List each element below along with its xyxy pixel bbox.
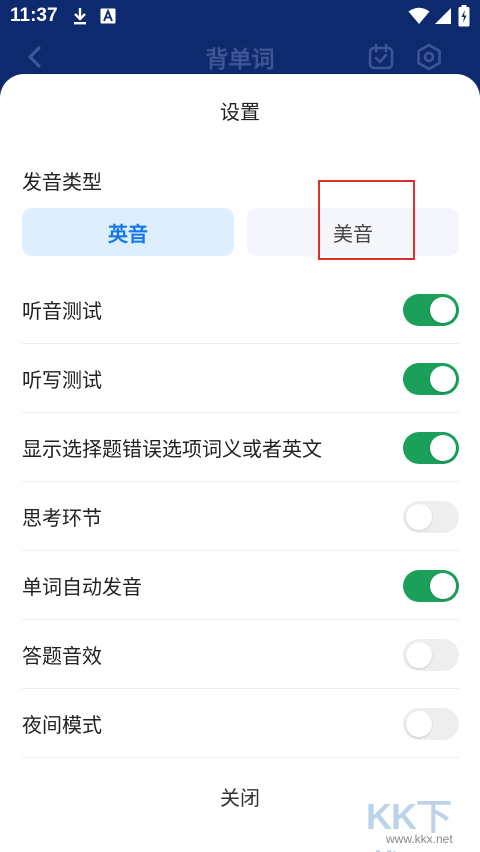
battery-charging-icon bbox=[458, 5, 470, 31]
setting-row-thinking-step: 思考环节 bbox=[22, 483, 459, 551]
setting-row-auto-pronounce: 单词自动发音 bbox=[22, 552, 459, 620]
toggle-knob bbox=[430, 434, 456, 461]
dictation-test-toggle[interactable] bbox=[403, 362, 459, 395]
a-app-icon bbox=[100, 8, 116, 28]
annotation-highlight-box bbox=[318, 180, 415, 260]
sheet-title: 设置 bbox=[220, 100, 260, 124]
setting-row-answer-sound: 答题音效 bbox=[22, 621, 459, 689]
pronunciation-type-label: 发音类型 bbox=[22, 170, 102, 194]
setting-label: 夜间模式 bbox=[22, 713, 102, 737]
setting-row-dictation-test: 听写测试 bbox=[22, 345, 459, 413]
toggle-knob bbox=[430, 296, 456, 323]
answer-sound-toggle[interactable] bbox=[403, 638, 459, 671]
status-bar: 11:37 bbox=[0, 0, 480, 34]
toggle-knob bbox=[406, 503, 432, 530]
toggle-knob bbox=[430, 365, 456, 392]
setting-label: 思考环节 bbox=[22, 506, 102, 530]
setting-label: 听音测试 bbox=[22, 299, 102, 323]
wifi-icon bbox=[408, 7, 430, 29]
toggle-knob bbox=[430, 572, 456, 599]
thinking-step-toggle[interactable] bbox=[403, 500, 459, 533]
auto-pronounce-toggle[interactable] bbox=[403, 569, 459, 602]
app-title: 背单词 bbox=[205, 47, 275, 73]
status-time: 11:37 bbox=[10, 5, 58, 26]
settings-sheet: 设置 发音类型 英音 美音 听音测试 听写测试 显示选择题错误选项词义或者英文 … bbox=[0, 74, 480, 852]
setting-row-show-wrong-options: 显示选择题错误选项词义或者英文 bbox=[22, 414, 459, 482]
watermark: KK下载 www.kkx.net bbox=[364, 788, 480, 852]
setting-label: 单词自动发音 bbox=[22, 575, 142, 599]
toggle-knob bbox=[406, 641, 432, 668]
setting-label: 显示选择题错误选项词义或者英文 bbox=[22, 437, 322, 461]
setting-label: 答题音效 bbox=[22, 644, 102, 668]
pronunciation-option-uk[interactable]: 英音 bbox=[22, 208, 234, 256]
download-icon bbox=[72, 6, 88, 30]
pronunciation-option-label: 英音 bbox=[108, 221, 148, 246]
setting-row-night-mode: 夜间模式 bbox=[22, 690, 459, 758]
calendar-check-icon[interactable] bbox=[364, 40, 398, 74]
setting-row-listening-test: 听音测试 bbox=[22, 276, 459, 344]
settings-hex-icon[interactable] bbox=[412, 40, 446, 74]
night-mode-toggle[interactable] bbox=[403, 707, 459, 740]
signal-icon bbox=[434, 7, 452, 29]
show-wrong-options-toggle[interactable] bbox=[403, 431, 459, 464]
setting-label: 听写测试 bbox=[22, 368, 102, 392]
toggle-knob bbox=[406, 710, 432, 737]
watermark-url: www.kkx.net bbox=[386, 832, 453, 846]
listening-test-toggle[interactable] bbox=[403, 293, 459, 326]
